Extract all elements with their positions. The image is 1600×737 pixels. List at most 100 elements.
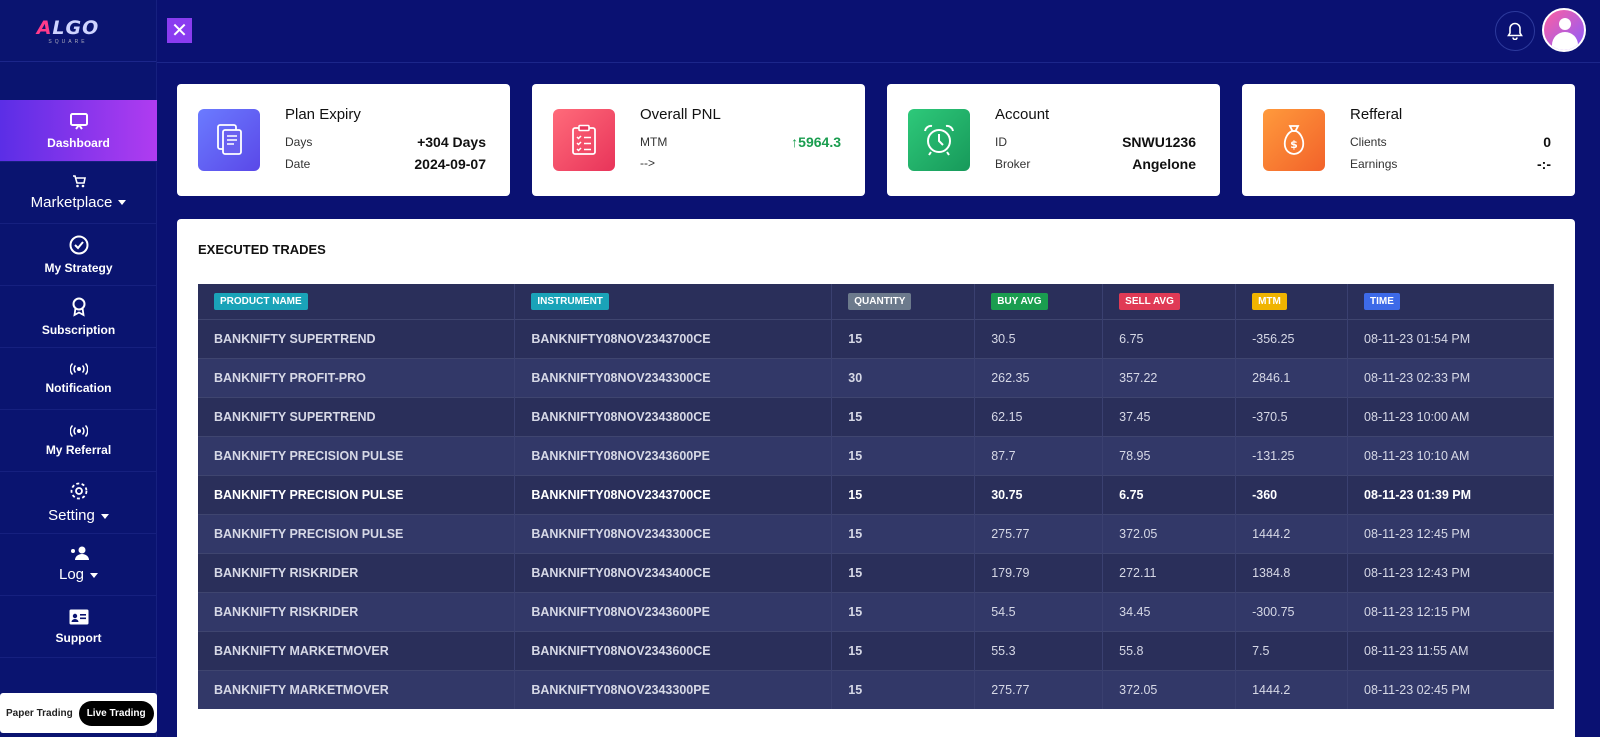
clipboard-icon bbox=[553, 109, 615, 171]
sidebar-item-subscription[interactable]: Subscription bbox=[0, 286, 157, 348]
avatar[interactable] bbox=[1542, 8, 1586, 52]
cell-time: 08-11-23 10:00 AM bbox=[1347, 396, 1554, 436]
cell-mtm: -370.5 bbox=[1235, 396, 1349, 436]
sidebar-item-support[interactable]: Support bbox=[0, 596, 157, 658]
table-row[interactable]: BANKNIFTY PROFIT-PRO BANKNIFTY08NOV234330… bbox=[198, 357, 1554, 397]
sidebar-item-dashboard[interactable]: Dashboard bbox=[0, 100, 157, 162]
cell-product-name: BANKNIFTY PROFIT-PRO bbox=[198, 357, 516, 397]
cell-mtm: -360 bbox=[1235, 474, 1349, 514]
table-row[interactable]: BANKNIFTY PRECISION PULSE BANKNIFTY08NOV2… bbox=[198, 513, 1554, 553]
cell-product-name: BANKNIFTY SUPERTREND bbox=[198, 318, 516, 358]
sidebar-item-setting[interactable]: Setting bbox=[0, 472, 157, 534]
cell-sell-avg: 372.05 bbox=[1102, 669, 1237, 709]
sidebar-item-label: My Referral bbox=[45, 442, 112, 457]
cell-buy-avg: 275.77 bbox=[974, 513, 1104, 553]
sidebar-item-label: Notification bbox=[45, 380, 112, 395]
cell-sell-avg: 372.05 bbox=[1102, 513, 1237, 553]
cell-buy-avg: 30.75 bbox=[974, 474, 1104, 514]
cell-mtm: 1444.2 bbox=[1235, 513, 1349, 553]
table-row[interactable]: BANKNIFTY SUPERTREND BANKNIFTY08NOV234370… bbox=[198, 318, 1554, 358]
cell-instrument: BANKNIFTY08NOV2343600PE bbox=[514, 591, 833, 631]
cell-product-name: BANKNIFTY MARKETMOVER bbox=[198, 669, 516, 709]
sidebar-item-label: My Strategy bbox=[44, 260, 113, 275]
column-badge: TIME bbox=[1364, 292, 1400, 310]
table-row[interactable]: BANKNIFTY MARKETMOVER BANKNIFTY08NOV23436… bbox=[198, 630, 1554, 670]
column-badge: SELL AVG bbox=[1119, 292, 1180, 310]
sidebar-item-my-strategy[interactable]: My Strategy bbox=[0, 224, 157, 286]
cell-sell-avg: 55.8 bbox=[1102, 630, 1237, 670]
cell-product-name: BANKNIFTY SUPERTREND bbox=[198, 396, 516, 436]
sidebar-nav: Dashboard Marketplace My Strategy Subscr… bbox=[0, 100, 157, 658]
chevron-down-icon bbox=[118, 200, 127, 206]
cell-instrument: BANKNIFTY08NOV2343300PE bbox=[514, 669, 833, 709]
column-header-buy-avg: BUY AVG bbox=[974, 284, 1104, 319]
cell-product-name: BANKNIFTY RISKRIDER bbox=[198, 591, 516, 631]
broadcast-icon bbox=[69, 424, 88, 437]
check-circle-icon bbox=[69, 235, 88, 254]
days-value: +304 Days bbox=[417, 134, 486, 150]
table-row[interactable]: BANKNIFTY SUPERTREND BANKNIFTY08NOV234380… bbox=[198, 396, 1554, 436]
cell-time: 08-11-23 10:10 AM bbox=[1347, 435, 1554, 475]
cell-mtm: -131.25 bbox=[1235, 435, 1349, 475]
cell-sell-avg: 272.11 bbox=[1102, 552, 1237, 592]
executed-trades-panel: EXECUTED TRADES PRODUCT NAME INSTRUMENT QU… bbox=[177, 219, 1575, 737]
notifications-button[interactable] bbox=[1495, 11, 1535, 51]
cell-sell-avg: 357.22 bbox=[1102, 357, 1237, 397]
cell-instrument: BANKNIFTY08NOV2343600PE bbox=[514, 435, 833, 475]
sidebar-item-marketplace[interactable]: Marketplace bbox=[0, 162, 157, 224]
cell-sell-avg: 78.95 bbox=[1102, 435, 1237, 475]
clients-label: Clients bbox=[1350, 135, 1387, 149]
cell-buy-avg: 275.77 bbox=[974, 669, 1104, 709]
cell-sell-avg: 37.45 bbox=[1102, 396, 1237, 436]
cart-icon bbox=[72, 174, 86, 187]
cell-buy-avg: 30.5 bbox=[974, 318, 1104, 358]
sidebar-item-label: Subscription bbox=[41, 322, 116, 337]
live-trading-option[interactable]: Live Trading bbox=[78, 700, 154, 726]
sidebar-item-my-referral[interactable]: My Referral bbox=[0, 410, 157, 472]
cell-time: 08-11-23 02:45 PM bbox=[1347, 669, 1554, 709]
cell-mtm: -356.25 bbox=[1235, 318, 1349, 358]
cell-product-name: BANKNIFTY PRECISION PULSE bbox=[198, 435, 516, 475]
sidebar-item-notification[interactable]: Notification bbox=[0, 348, 157, 410]
chevron-down-icon bbox=[90, 572, 99, 578]
sidebar-item-label: Marketplace bbox=[31, 194, 127, 211]
cell-quantity: 15 bbox=[831, 630, 976, 670]
plan-expiry-card: Plan Expiry Days +304 Days Date 2024-09-07 bbox=[177, 84, 510, 196]
cell-instrument: BANKNIFTY08NOV2343800CE bbox=[514, 396, 833, 436]
close-sidebar-button[interactable]: ✕ bbox=[167, 18, 192, 43]
money-bag-icon: $ bbox=[1263, 109, 1325, 171]
column-header-quantity: QUANTITY bbox=[831, 284, 976, 319]
table-row[interactable]: BANKNIFTY RISKRIDER BANKNIFTY08NOV2343400… bbox=[198, 552, 1554, 592]
clients-value: 0 bbox=[1543, 134, 1551, 150]
sidebar-item-log[interactable]: Log bbox=[0, 534, 157, 596]
pnl-link[interactable]: --> bbox=[640, 156, 655, 170]
logo[interactable]: ALGO SQUARE bbox=[0, 0, 156, 62]
referral-card: $ Refferal Clients 0 Earnings -:- bbox=[1242, 84, 1575, 196]
users-icon bbox=[70, 546, 89, 560]
table-row[interactable]: BANKNIFTY MARKETMOVER BANKNIFTY08NOV23433… bbox=[198, 669, 1554, 709]
table-row[interactable]: BANKNIFTY PRECISION PULSE BANKNIFTY08NOV2… bbox=[198, 474, 1554, 514]
cell-sell-avg: 34.45 bbox=[1102, 591, 1237, 631]
bell-icon bbox=[1507, 22, 1523, 40]
cell-sell-avg: 6.75 bbox=[1102, 318, 1237, 358]
table-row[interactable]: BANKNIFTY PRECISION PULSE BANKNIFTY08NOV2… bbox=[198, 435, 1554, 475]
paper-trading-option[interactable]: Paper Trading bbox=[6, 708, 73, 719]
cell-quantity: 15 bbox=[831, 591, 976, 631]
overall-pnl-card: Overall PNL MTM ↑5964.3 --> bbox=[532, 84, 865, 196]
cell-buy-avg: 87.7 bbox=[974, 435, 1104, 475]
date-value: 2024-09-07 bbox=[414, 156, 486, 172]
cell-time: 08-11-23 02:33 PM bbox=[1347, 357, 1554, 397]
column-header-mtm: MTM bbox=[1235, 284, 1349, 319]
days-label: Days bbox=[285, 135, 313, 149]
cell-instrument: BANKNIFTY08NOV2343300CE bbox=[514, 513, 833, 553]
chevron-down-icon bbox=[100, 513, 109, 519]
cell-quantity: 15 bbox=[831, 318, 976, 358]
cell-buy-avg: 55.3 bbox=[974, 630, 1104, 670]
cell-buy-avg: 179.79 bbox=[974, 552, 1104, 592]
trading-mode-toggle[interactable]: Paper Trading Live Trading bbox=[0, 693, 157, 733]
cell-quantity: 30 bbox=[831, 357, 976, 397]
broker-value: Angelone bbox=[1132, 156, 1196, 172]
gear-icon bbox=[70, 482, 87, 500]
table-row[interactable]: BANKNIFTY RISKRIDER BANKNIFTY08NOV2343600… bbox=[198, 591, 1554, 631]
card-title: Plan Expiry bbox=[285, 106, 361, 123]
